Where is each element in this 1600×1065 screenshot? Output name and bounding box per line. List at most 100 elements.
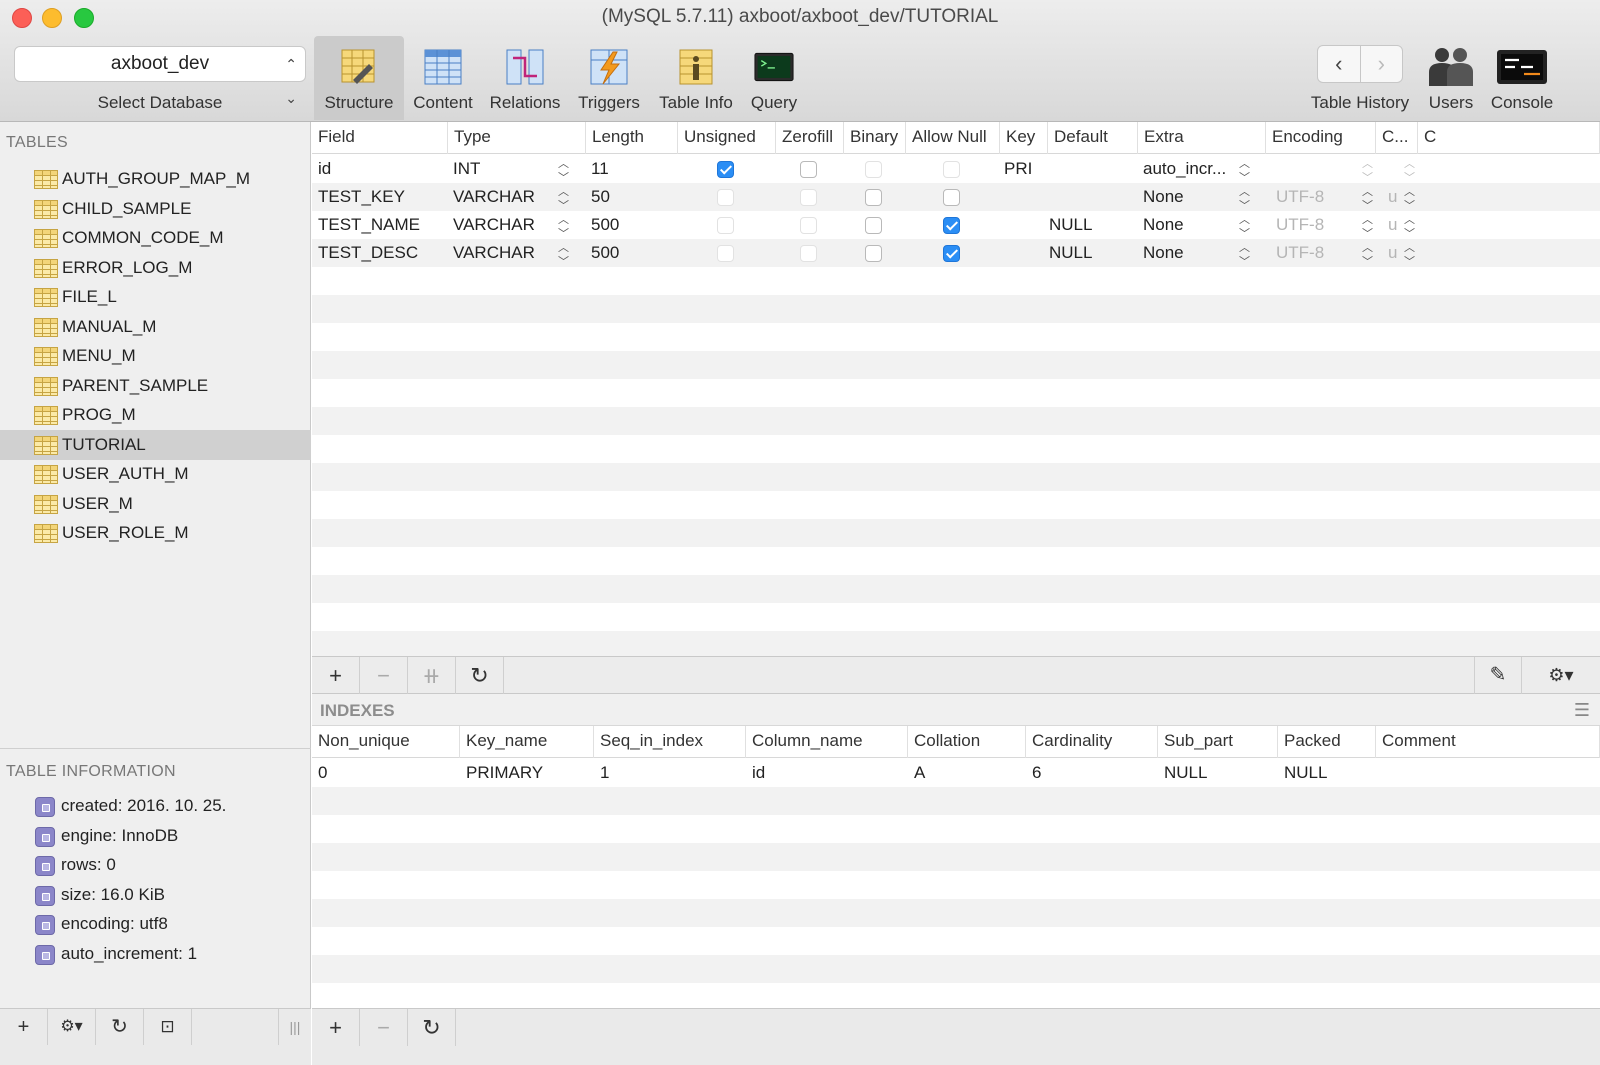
- remove-field-button[interactable]: −: [360, 657, 408, 694]
- column-header[interactable]: Binary: [844, 122, 906, 154]
- column-header[interactable]: Cardinality: [1026, 726, 1158, 758]
- checkbox-zerofill[interactable]: [800, 161, 817, 178]
- column-header[interactable]: Column_name: [746, 726, 908, 758]
- cell-length[interactable]: 50: [591, 183, 671, 211]
- index-cell[interactable]: 6: [1032, 759, 1156, 787]
- stepper-arrows-icon[interactable]: ︿ ﹀: [1239, 211, 1250, 240]
- cell-length[interactable]: 500: [591, 211, 671, 239]
- cell-extra[interactable]: auto_incr...: [1143, 155, 1243, 183]
- checkbox-zerofill[interactable]: [800, 217, 817, 234]
- gear-menu-icon[interactable]: ⚙▾: [48, 1009, 96, 1045]
- cell-collation[interactable]: u: [1388, 239, 1402, 267]
- field-row[interactable]: id INT ︿ ﹀ 11 PRI auto_incr... ︿ ﹀ ︿ ﹀ ︿ ﹀: [312, 155, 1600, 184]
- cell-length[interactable]: 500: [591, 239, 671, 267]
- field-row[interactable]: TEST_DESC VARCHAR ︿ ﹀ 500 NULL None ︿ ﹀ UTF-8 ︿ ﹀ u ︿…: [312, 239, 1600, 268]
- content-tab[interactable]: Content: [406, 36, 480, 120]
- table-item[interactable]: TUTORIAL: [0, 429, 311, 460]
- users-button[interactable]: Users: [1420, 36, 1482, 120]
- duplicate-field-button[interactable]: ⧺: [408, 657, 456, 694]
- index-cell[interactable]: 0: [318, 759, 458, 787]
- column-header[interactable]: Key_name: [460, 726, 594, 758]
- checkbox-binary[interactable]: [865, 161, 882, 178]
- table-item[interactable]: MENU_M: [0, 341, 311, 371]
- table-item[interactable]: CHILD_SAMPLE: [0, 194, 311, 224]
- checkbox-binary[interactable]: [865, 189, 882, 206]
- stepper-arrows-icon[interactable]: ︿ ﹀: [558, 183, 569, 212]
- index-cell[interactable]: NULL: [1164, 759, 1276, 787]
- stepper-arrows-icon[interactable]: ︿ ﹀: [1404, 155, 1415, 184]
- column-header[interactable]: Default: [1048, 122, 1138, 154]
- cell-length[interactable]: 11: [591, 155, 671, 183]
- index-cell[interactable]: id: [752, 759, 906, 787]
- table-item[interactable]: USER_ROLE_M: [0, 518, 311, 548]
- checkbox-allow-null[interactable]: [943, 217, 960, 234]
- checkbox-zerofill[interactable]: [800, 189, 817, 206]
- forward-button[interactable]: ›: [1359, 46, 1403, 82]
- column-header[interactable]: Field: [312, 122, 448, 154]
- cell-encoding[interactable]: UTF-8: [1276, 211, 1366, 239]
- cell-key[interactable]: [1004, 239, 1048, 267]
- stepper-arrows-icon[interactable]: ︿ ﹀: [1362, 239, 1373, 268]
- cell-field[interactable]: id: [318, 155, 446, 183]
- column-header[interactable]: Seq_in_index: [594, 726, 746, 758]
- triggers-tab[interactable]: Triggers: [570, 36, 648, 120]
- cell-collation[interactable]: u: [1388, 183, 1402, 211]
- edit-pencil-icon[interactable]: ✎: [1474, 657, 1522, 694]
- column-header[interactable]: Key: [1000, 122, 1048, 154]
- checkbox-unsigned[interactable]: [717, 217, 734, 234]
- stepper-arrows-icon[interactable]: ︿ ﹀: [1362, 183, 1373, 212]
- index-row[interactable]: 0 PRIMARY 1 id A 6 NULL NULL: [312, 759, 1600, 787]
- stepper-arrows-icon[interactable]: ︿ ﹀: [558, 211, 569, 240]
- cell-collation[interactable]: u: [1388, 211, 1402, 239]
- refresh-tables-button[interactable]: ↻: [96, 1009, 144, 1045]
- cell-encoding[interactable]: UTF-8: [1276, 239, 1366, 267]
- checkbox-allow-null[interactable]: [943, 245, 960, 262]
- add-index-button[interactable]: +: [312, 1009, 360, 1046]
- table-item[interactable]: AUTH_GROUP_MAP_M: [0, 164, 311, 194]
- stepper-arrows-icon[interactable]: ︿ ﹀: [1239, 155, 1250, 184]
- checkbox-unsigned[interactable]: [717, 189, 734, 206]
- menu-lines-icon[interactable]: ☰: [1574, 700, 1590, 721]
- cell-type[interactable]: VARCHAR: [453, 239, 553, 267]
- column-header[interactable]: Comment: [1376, 726, 1600, 758]
- cell-extra[interactable]: None: [1143, 239, 1243, 267]
- table-item[interactable]: PROG_M: [0, 400, 311, 430]
- checkbox-unsigned[interactable]: [717, 161, 734, 178]
- cell-type[interactable]: INT: [453, 155, 553, 183]
- cell-field[interactable]: TEST_KEY: [318, 183, 446, 211]
- stepper-arrows-icon[interactable]: ︿ ﹀: [1362, 211, 1373, 240]
- cell-key[interactable]: [1004, 211, 1048, 239]
- field-row[interactable]: TEST_NAME VARCHAR ︿ ﹀ 500 NULL None ︿ ﹀ UTF-8 ︿ ﹀ u ︿…: [312, 211, 1600, 240]
- field-row[interactable]: TEST_KEY VARCHAR ︿ ﹀ 50 None ︿ ﹀ UTF-8 ︿ ﹀ u ︿ ﹀: [312, 183, 1600, 212]
- split-handle-icon[interactable]: |||: [278, 1009, 311, 1045]
- cell-encoding[interactable]: UTF-8: [1276, 183, 1366, 211]
- cell-default[interactable]: [1049, 183, 1137, 211]
- column-header[interactable]: Sub_part: [1158, 726, 1278, 758]
- index-cell[interactable]: [1382, 759, 1598, 787]
- add-field-button[interactable]: +: [312, 657, 360, 694]
- checkbox-unsigned[interactable]: [717, 245, 734, 262]
- refresh-indexes-button[interactable]: ↻: [408, 1009, 456, 1046]
- stepper-arrows-icon[interactable]: ︿ ﹀: [1404, 211, 1415, 240]
- index-cell[interactable]: 1: [600, 759, 744, 787]
- gear-menu-icon[interactable]: ⚙▾: [1522, 657, 1600, 694]
- remove-index-button[interactable]: −: [360, 1009, 408, 1046]
- stepper-arrows-icon[interactable]: ︿ ﹀: [558, 155, 569, 184]
- cell-default[interactable]: NULL: [1049, 239, 1137, 267]
- column-header[interactable]: Non_unique: [312, 726, 460, 758]
- table-item[interactable]: MANUAL_M: [0, 312, 311, 342]
- cell-field[interactable]: TEST_NAME: [318, 211, 446, 239]
- index-cell[interactable]: PRIMARY: [466, 759, 592, 787]
- add-table-button[interactable]: +: [0, 1009, 48, 1045]
- column-header[interactable]: Collation: [908, 726, 1026, 758]
- column-header[interactable]: Encoding: [1266, 122, 1376, 154]
- cell-collation[interactable]: [1388, 155, 1402, 183]
- relations-tab[interactable]: Relations: [484, 36, 566, 120]
- column-header[interactable]: Allow Null: [906, 122, 1000, 154]
- cell-extra[interactable]: None: [1143, 183, 1243, 211]
- index-cell[interactable]: A: [914, 759, 1024, 787]
- stepper-arrows-icon[interactable]: ︿ ﹀: [1239, 239, 1250, 268]
- stepper-arrows-icon[interactable]: ︿ ﹀: [1362, 155, 1373, 184]
- table-item[interactable]: USER_M: [0, 489, 311, 519]
- cell-default[interactable]: [1049, 155, 1137, 183]
